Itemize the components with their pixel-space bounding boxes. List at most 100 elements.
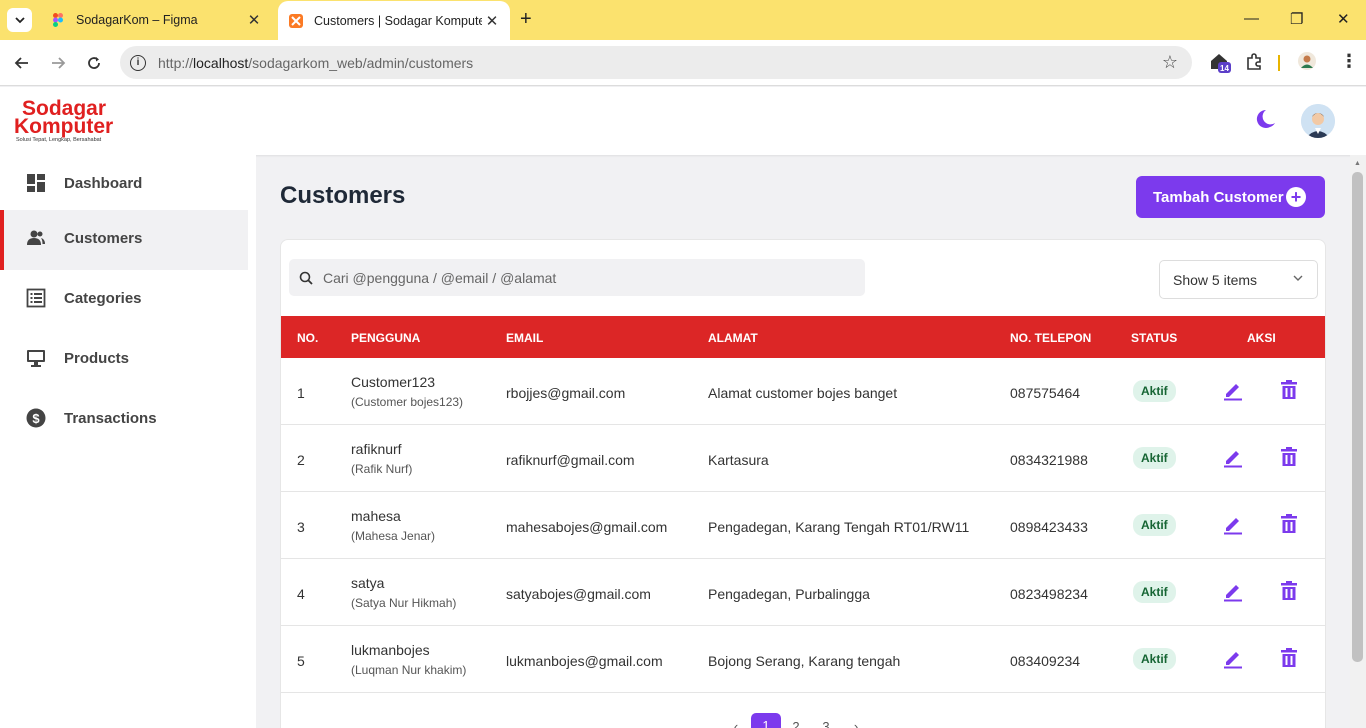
plus-circle-icon: + [1286, 187, 1306, 207]
sidebar-item-categories[interactable]: Categories [0, 270, 248, 330]
row-email: rbojjes@gmail.com [506, 385, 626, 401]
monitor-icon [27, 350, 45, 367]
search-input[interactable] [323, 269, 843, 286]
svg-text:Solusi Tepat, Lengkap, Bersaha: Solusi Tepat, Lengkap, Bersahabat [16, 137, 102, 143]
status-badge: Aktif [1133, 380, 1176, 402]
table-row: 3 mahesa (Mahesa Jenar) mahesabojes@gmail… [281, 492, 1325, 559]
sidebar-item-label: Dashboard [64, 175, 143, 192]
row-email: lukmanbojes@gmail.com [506, 653, 663, 669]
sidebar-item-products[interactable]: Products [0, 330, 248, 390]
row-fullname: (Luqman Nur khakim) [351, 663, 467, 677]
restore-icon[interactable]: ❐ [1290, 10, 1303, 28]
app-header: Sodagar Komputer Solusi Tepat, Lengkap, … [0, 87, 1366, 155]
edit-icon[interactable] [1222, 446, 1244, 468]
row-alamat: Alamat customer bojes banget [708, 385, 898, 401]
browser-toolbar: i http://localhost/sodagarkom_web/admin/… [0, 40, 1366, 86]
moon-icon[interactable] [1253, 107, 1279, 133]
close-icon[interactable]: ✕ [244, 11, 264, 29]
sidebar-item-label: Products [64, 350, 130, 367]
scroll-up-icon[interactable]: ▲ [1354, 160, 1361, 167]
info-icon[interactable]: i [130, 54, 146, 71]
toolbar-divider [1278, 55, 1280, 71]
page-button-3[interactable]: 3 [811, 719, 841, 728]
logo[interactable]: Sodagar Komputer Solusi Tepat, Lengkap, … [14, 95, 124, 145]
browser-tab-bar: SodagarKom – Figma ✕ Customers | Sodagar… [0, 0, 1366, 41]
back-icon[interactable] [11, 52, 33, 74]
page-title: Customers [280, 182, 406, 209]
status-badge: Aktif [1133, 648, 1176, 670]
edit-icon[interactable] [1222, 647, 1244, 669]
chevron-down-icon [14, 17, 25, 24]
header-telepon[interactable]: NO. TELEPON [1010, 331, 1091, 345]
sidebar: Dashboard Customers Categories Products … [0, 155, 256, 728]
next-page-button[interactable]: › [841, 719, 871, 728]
trash-icon[interactable] [1278, 580, 1300, 602]
table-row: 5 lukmanbojes (Luqman Nur khakim) lukmanb… [281, 626, 1325, 693]
profile-icon[interactable] [1297, 51, 1317, 76]
avatar[interactable] [1301, 104, 1335, 138]
edit-icon[interactable] [1222, 379, 1244, 401]
sidebar-item-customers[interactable]: Customers [0, 210, 248, 270]
header-pengguna[interactable]: PENGGUNA [351, 331, 420, 345]
page-scrollbar[interactable]: ▲ [1350, 155, 1366, 728]
figma-icon [53, 13, 63, 27]
address-bar[interactable]: i http://localhost/sodagarkom_web/admin/… [120, 46, 1192, 79]
tab-customers[interactable]: Customers | Sodagar Komputer ✕ [278, 1, 510, 41]
row-no: 3 [297, 519, 305, 535]
add-customer-button[interactable]: Tambah Customer + [1136, 176, 1325, 218]
trash-icon[interactable] [1278, 513, 1300, 535]
puzzle-icon[interactable] [1245, 53, 1263, 76]
page-button-2[interactable]: 2 [781, 719, 811, 728]
tab-figma[interactable]: SodagarKom – Figma ✕ [40, 0, 272, 40]
row-alamat: Pengadegan, Purbalingga [708, 586, 870, 602]
users-icon [27, 230, 45, 245]
svg-text:$: $ [32, 411, 40, 426]
row-username: lukmanbojes [351, 642, 430, 658]
tab-search-button[interactable] [7, 8, 32, 32]
trash-icon[interactable] [1278, 647, 1300, 669]
row-fullname: (Customer bojes123) [351, 395, 464, 409]
row-email: mahesabojes@gmail.com [506, 519, 668, 535]
edit-icon[interactable] [1222, 580, 1244, 602]
forward-icon[interactable] [47, 52, 69, 74]
header-email[interactable]: EMAIL [506, 331, 543, 345]
plus-icon[interactable]: + [520, 9, 532, 29]
row-alamat: Bojong Serang, Karang tengah [708, 653, 901, 669]
url-text: http://localhost/sodagarkom_web/admin/cu… [158, 54, 474, 71]
dollar-icon: $ [26, 408, 46, 428]
close-icon[interactable]: ✕ [482, 12, 502, 30]
sidebar-item-dashboard[interactable]: Dashboard [0, 155, 248, 215]
header-no[interactable]: NO. [297, 331, 318, 345]
extension-home-icon[interactable]: 14 [1209, 51, 1233, 80]
row-username: rafiknurf [351, 441, 402, 457]
row-phone: 0834321988 [1010, 452, 1088, 468]
user-avatar-icon [1301, 104, 1335, 138]
row-user: satya (Satya Nur Hikmah) [351, 575, 456, 610]
reload-icon[interactable] [83, 52, 105, 74]
close-window-icon[interactable]: ✕ [1337, 10, 1350, 28]
svg-text:14: 14 [1220, 64, 1229, 73]
sidebar-item-transactions[interactable]: $ Transactions [0, 390, 248, 450]
scrollbar-thumb[interactable] [1352, 172, 1363, 662]
header-alamat[interactable]: ALAMAT [708, 331, 758, 345]
status-badge: Aktif [1133, 514, 1176, 536]
search-box[interactable] [289, 259, 865, 296]
header-status[interactable]: STATUS [1131, 331, 1177, 345]
customers-card: Show 5 items NO. PENGGUNA EMAIL ALAMAT N… [280, 239, 1326, 728]
row-user: mahesa (Mahesa Jenar) [351, 508, 435, 543]
table-row: 1 Customer123 (Customer bojes123) rbojjes… [281, 358, 1325, 425]
page-size-select[interactable]: Show 5 items [1159, 260, 1318, 299]
prev-page-button[interactable]: ‹ [721, 719, 751, 728]
row-fullname: (Satya Nur Hikmah) [351, 596, 457, 610]
page-button-1[interactable]: 1 [751, 713, 781, 728]
star-icon[interactable]: ☆ [1162, 52, 1178, 73]
row-no: 1 [297, 385, 305, 401]
trash-icon[interactable] [1278, 446, 1300, 468]
row-user: rafiknurf (Rafik Nurf) [351, 441, 412, 476]
edit-icon[interactable] [1222, 513, 1244, 535]
table-row: 4 satya (Satya Nur Hikmah) satyabojes@gma… [281, 559, 1325, 626]
trash-icon[interactable] [1278, 379, 1300, 401]
minimize-icon[interactable]: — [1244, 10, 1259, 27]
kebab-menu-icon[interactable]: ⋮ [1340, 51, 1358, 72]
row-username: satya [351, 575, 385, 591]
